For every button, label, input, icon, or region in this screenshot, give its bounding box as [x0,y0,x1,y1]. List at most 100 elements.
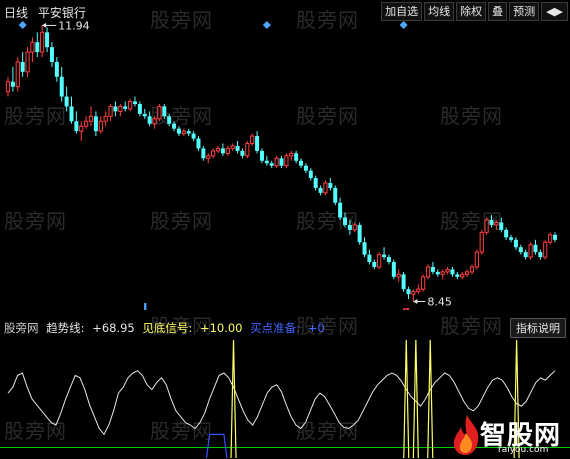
candle-body [172,123,177,129]
candle-body [323,182,328,194]
forecast-button[interactable]: 预测 [509,2,540,21]
candle-body [489,220,494,225]
pan-arrows-icon[interactable]: ◀▶ [541,2,568,21]
candle-body [59,76,64,97]
candle-body [30,41,35,53]
candle-body [142,113,147,117]
candle-body [494,222,499,226]
candle-body [479,231,484,253]
candle-body [553,234,557,240]
arrow-left-icon [413,299,418,305]
candle-body [103,115,108,122]
diamond-marker-icon [18,21,27,29]
candle-body [279,158,284,166]
add-watchlist-button[interactable]: 加自选 [381,2,423,21]
candle-body [509,237,514,240]
candle-body [15,61,20,88]
candle-body [411,291,416,295]
candle-body [225,147,230,154]
candle-body [430,266,435,272]
candle-body [435,271,440,275]
candle-body [10,81,15,87]
candle-body [206,155,211,159]
candle-body [406,289,411,295]
candle-body [504,229,509,238]
candle-body [289,152,294,157]
diamond-marker-icon [399,21,408,29]
candle-body [538,252,543,258]
candle-body [318,187,323,193]
candle-body [445,268,450,273]
overlay-button[interactable]: 叠 [488,2,508,21]
candle-body [127,100,133,110]
chart-title: 日线 平安银行 [4,4,92,21]
candle-body [342,217,347,225]
candle-body [220,148,225,154]
candle-body [132,101,137,104]
candle-body [274,157,279,167]
candle-body [40,31,45,53]
indicator-name: 股旁网 [4,321,39,335]
candle-body [391,262,396,277]
candle-body [377,254,382,268]
bottom-signal-spike [412,339,419,459]
buy-prep-line [205,433,228,459]
candle-body [460,273,465,278]
high-label: 11.94 [58,19,90,32]
candle-body [186,131,191,134]
stock-chart-screen: 股旁网 股旁网 股旁网 股旁网 股旁网 股旁网 股旁网 股旁网 股旁网 股旁网 … [0,0,570,459]
buy-value: +0 [307,321,325,335]
candle-body [421,276,426,290]
candle-body [49,47,54,62]
candle-body [543,241,548,258]
candle-body [518,247,523,253]
candle-body [523,252,528,258]
candle-body [201,148,206,159]
candle-body [308,170,313,179]
candle-body [548,234,553,243]
candle-body [469,266,475,273]
buy-label: 买点准备: [250,321,301,335]
candle-body [5,81,11,93]
ex-rights-button[interactable]: 除权 [456,2,487,21]
candle-body [118,105,123,112]
candle-body [20,61,25,72]
period-label[interactable]: 日线 [4,6,28,20]
candle-body [396,273,401,278]
candle-body [264,160,269,164]
toolbar: 加自选 均线 除权 叠 预测 ◀▶ [381,2,568,21]
candle-body [152,118,157,125]
candle-body [45,32,50,48]
candle-body [303,165,308,171]
trend-value: +68.95 [92,321,135,335]
candle-body [157,105,162,120]
price-chart[interactable]: 11.94 8.45 Lq [0,0,570,310]
indicator-header: 股旁网 趋势线: +68.95 见底信号: +10.00 买点准备: +0 [4,320,329,336]
candle-body [240,150,245,156]
candle-body [84,120,89,127]
candle-body [464,271,470,275]
indicator-help-button[interactable]: 指标说明 [510,318,566,338]
candle-body [382,254,387,258]
candle-body [181,130,186,135]
candle-body [176,128,181,134]
candle-body [93,116,98,132]
candle-body [367,254,372,263]
candle-body [352,224,357,231]
moving-average-button[interactable]: 均线 [424,2,455,21]
candle-body [401,274,406,290]
candle-body [299,160,304,166]
candle-body [69,106,74,122]
candle-body [386,257,391,263]
stock-name: 平安银行 [37,6,86,20]
candle-body [98,120,103,132]
candle-body [440,271,445,275]
candle-body [230,145,235,149]
candle-body [338,202,343,218]
candle-body [191,133,196,139]
signal-value: +10.00 [199,321,243,335]
candle-body [425,266,431,278]
candle-body [35,42,40,53]
candle-body [64,96,69,107]
candle-body [211,150,216,157]
